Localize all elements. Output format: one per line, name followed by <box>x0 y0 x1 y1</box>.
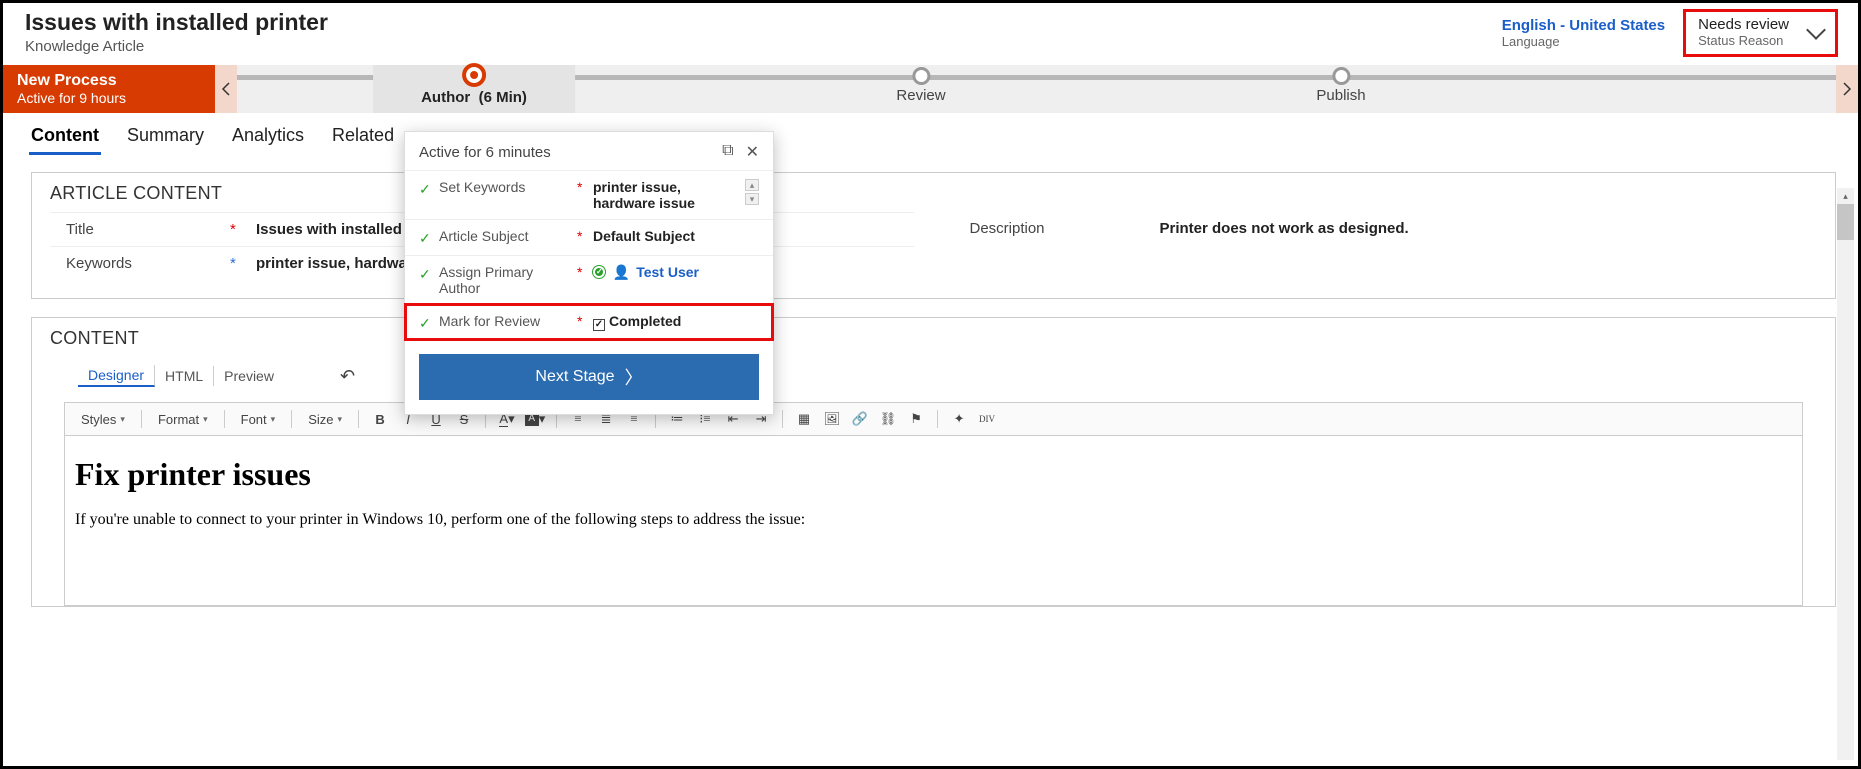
bold-button[interactable]: B <box>369 409 391 429</box>
font-dropdown[interactable]: Font▾ <box>235 410 282 429</box>
status-value: Needs review <box>1698 16 1789 33</box>
section-title: CONTENT <box>50 328 1817 357</box>
record-header: Issues with installed printer Knowledge … <box>3 3 1858 65</box>
check-icon: ✓ <box>419 315 433 332</box>
author-link[interactable]: Test User <box>636 264 699 280</box>
stage-author[interactable]: Author (6 Min) <box>373 65 575 113</box>
format-dropdown[interactable]: Format▾ <box>152 410 214 429</box>
required-icon: * <box>577 313 587 329</box>
image-button[interactable]: 🖼 <box>821 409 843 429</box>
editor-toolbar: Styles▾ Format▾ Font▾ Size▾ B I U S A▾ A… <box>64 402 1803 436</box>
scroll-thumb[interactable] <box>1837 204 1854 240</box>
scroll-up-icon[interactable]: ▴ <box>1837 188 1854 204</box>
flyout-row-author[interactable]: ✓ Assign Primary Author * 👤 Test User <box>405 255 773 304</box>
status-label: Status Reason <box>1698 33 1789 48</box>
record-title: Issues with installed printer <box>25 9 328 36</box>
undo-icon[interactable]: ↶ <box>340 366 355 387</box>
next-stage-button[interactable]: Next Stage〉 <box>419 354 759 400</box>
check-icon: ✓ <box>419 230 433 247</box>
chevron-right-icon: 〉 <box>625 364 643 390</box>
editor-mode-tabs: Designer HTML Preview ↶ <box>50 357 1817 392</box>
form-tabs: Content Summary Analytics Related <box>3 113 1858 162</box>
link-button[interactable]: 🔗 <box>849 409 871 429</box>
process-info[interactable]: New Process Active for 9 hours <box>3 65 215 113</box>
language-value: English - United States <box>1502 17 1665 34</box>
section-title: ARTICLE CONTENT <box>50 183 1817 212</box>
flyout-row-subject[interactable]: ✓ Article Subject * Default Subject <box>405 219 773 255</box>
stage-flyout: Active for 6 minutes ⧉ ✕ ✓ Set Keywords … <box>404 131 774 415</box>
editor-canvas[interactable]: Fix printer issues If you're unable to c… <box>64 436 1803 606</box>
content-editor-section: CONTENT Designer HTML Preview ↶ Styles▾ … <box>31 317 1836 607</box>
table-button[interactable]: ▦ <box>793 409 815 429</box>
flyout-row-keywords[interactable]: ✓ Set Keywords * printer issue, hardware… <box>405 170 773 219</box>
field-label: Title <box>50 221 230 238</box>
size-dropdown[interactable]: Size▾ <box>302 410 348 429</box>
vertical-scrollbar[interactable]: ▴ <box>1837 188 1854 760</box>
chevron-down-icon <box>1806 20 1826 40</box>
record-entity: Knowledge Article <box>25 38 328 55</box>
div-button[interactable]: DIV <box>976 409 998 429</box>
checkbox-icon[interactable]: ✓ <box>593 319 605 331</box>
tab-summary[interactable]: Summary <box>125 119 206 155</box>
field-value: Printer does not work as designed. <box>1160 220 1409 237</box>
recommended-icon: * <box>230 255 238 272</box>
scroll-buttons[interactable]: ▴▾ <box>745 179 759 205</box>
flag-button[interactable]: ⚑ <box>905 409 927 429</box>
editor-tab-designer[interactable]: Designer <box>78 365 155 387</box>
close-icon[interactable]: ✕ <box>746 142 759 162</box>
required-icon: * <box>230 221 238 238</box>
field-label: Description <box>954 220 1134 237</box>
circle-icon <box>1332 67 1350 85</box>
styles-dropdown[interactable]: Styles▾ <box>75 410 131 429</box>
process-duration: Active for 9 hours <box>17 90 201 106</box>
check-icon: ✓ <box>419 266 433 283</box>
editor-tab-html[interactable]: HTML <box>155 366 214 386</box>
required-icon: * <box>577 228 587 244</box>
stage-review[interactable]: Review <box>896 65 945 104</box>
required-icon: * <box>577 264 587 280</box>
check-icon: ✓ <box>419 181 433 198</box>
language-field[interactable]: English - United States Language <box>1502 17 1665 49</box>
content-paragraph: If you're unable to connect to your prin… <box>75 511 1792 529</box>
article-content-section: ARTICLE CONTENT Title * Issues with inst… <box>31 172 1836 299</box>
tab-content[interactable]: Content <box>29 119 101 155</box>
process-name: New Process <box>17 72 201 90</box>
bullseye-icon <box>462 63 486 87</box>
tab-analytics[interactable]: Analytics <box>230 119 306 155</box>
user-icon: 👤 <box>613 264 630 280</box>
sparkle-button[interactable]: ✦ <box>948 409 970 429</box>
unlink-button[interactable]: ⛓ <box>877 409 899 429</box>
process-next-button[interactable] <box>1836 65 1858 113</box>
editor-tab-preview[interactable]: Preview <box>214 366 284 386</box>
stage-publish[interactable]: Publish <box>1316 65 1365 104</box>
status-reason-field[interactable]: Needs review Status Reason <box>1683 9 1838 57</box>
field-label: Keywords <box>50 255 230 272</box>
required-icon: * <box>577 179 587 195</box>
process-prev-button[interactable] <box>215 65 237 113</box>
language-label: Language <box>1502 34 1665 49</box>
tab-related[interactable]: Related <box>330 119 396 155</box>
business-process-flow: New Process Active for 9 hours Author (6… <box>3 65 1858 113</box>
content-heading: Fix printer issues <box>75 456 1792 493</box>
description-field[interactable]: Description * Printer does not work as d… <box>954 212 1818 245</box>
popout-icon[interactable]: ⧉ <box>722 142 733 162</box>
presence-icon <box>593 266 605 278</box>
flyout-title: Active for 6 minutes <box>419 144 551 161</box>
flyout-row-review[interactable]: ✓ Mark for Review * ✓Completed <box>405 304 773 340</box>
circle-icon <box>912 67 930 85</box>
